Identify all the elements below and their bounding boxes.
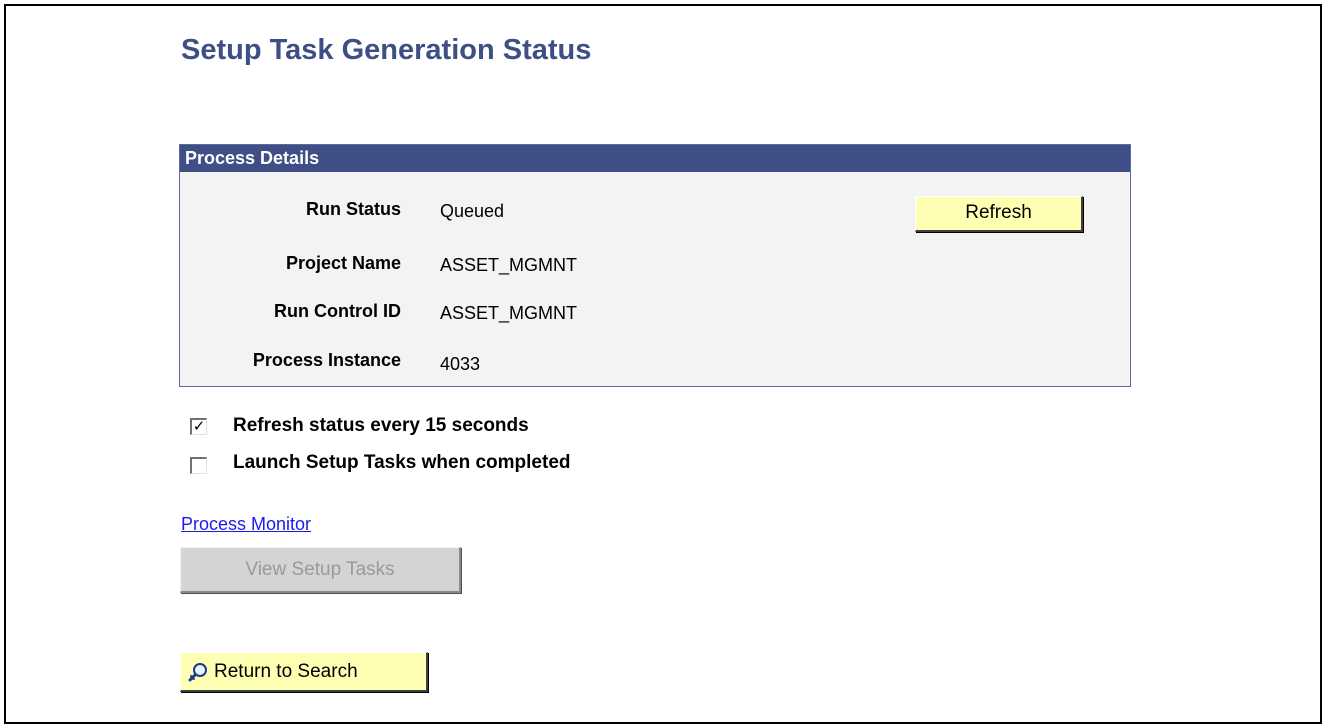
project-name-row: Project Name ASSET_MGMNT [180, 248, 1130, 278]
launch-setup-tasks-label: Launch Setup Tasks when completed [233, 452, 571, 473]
project-name-label: Project Name [285, 253, 401, 273]
process-instance-row: Process Instance 4033 [180, 345, 1130, 375]
return-to-search-button[interactable]: Return to Search [180, 652, 428, 692]
run-control-id-label: Run Control ID [274, 301, 401, 321]
process-details-header: Process Details [180, 145, 1130, 172]
refresh-status-label: Refresh status every 15 seconds [233, 415, 529, 436]
run-status-value: Queued [440, 201, 505, 221]
process-details-group: Process Details Run Status Queued Refres… [179, 144, 1131, 387]
process-instance-label: Process Instance [252, 350, 401, 370]
run-control-id-row: Run Control ID ASSET_MGMNT [180, 296, 1130, 326]
process-monitor-link[interactable]: Process Monitor [181, 514, 311, 535]
refresh-status-checkbox[interactable]: ✓ [190, 418, 207, 435]
launch-setup-tasks-checkbox[interactable] [190, 457, 207, 474]
run-control-id-value: ASSET_MGMNT [440, 303, 578, 323]
refresh-button[interactable]: Refresh [915, 196, 1083, 232]
process-instance-value: 4033 [440, 354, 481, 374]
page-title: Setup Task Generation Status [181, 34, 592, 66]
project-name-value: ASSET_MGMNT [440, 255, 578, 275]
view-setup-tasks-button: View Setup Tasks [180, 547, 461, 593]
run-status-label: Run Status [305, 199, 401, 219]
search-icon [188, 659, 210, 682]
return-to-search-label: Return to Search [214, 661, 358, 682]
